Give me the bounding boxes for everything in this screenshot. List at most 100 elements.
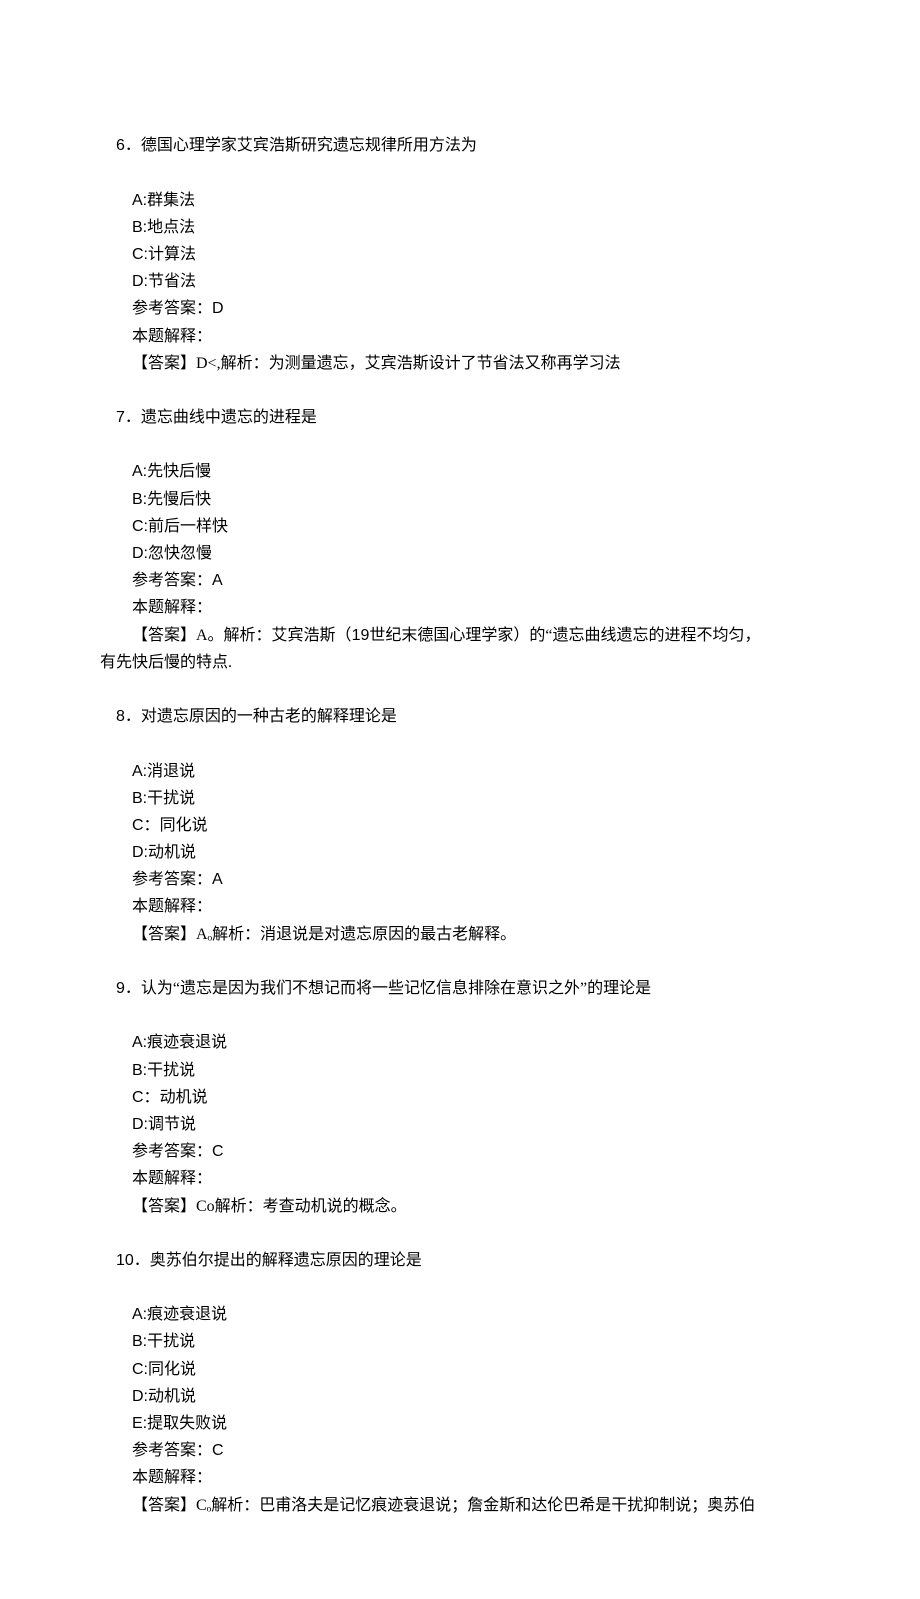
answer-label: 参考答案： <box>132 300 212 317</box>
question-number: 6 <box>116 137 125 154</box>
answer-value: A <box>212 572 223 589</box>
option: B:干扰说 <box>100 1328 820 1355</box>
option-label: B: <box>132 219 147 236</box>
answer-line: 参考答案：A <box>100 567 820 594</box>
answer-label: 参考答案： <box>132 1143 212 1160</box>
option-text: 干扰说 <box>147 1333 195 1350</box>
option-text: 痕迹衰退说 <box>147 1034 227 1051</box>
explain-label: 本题解释： <box>100 1165 820 1192</box>
option-text: 消退说 <box>147 763 195 780</box>
option-text: 计算法 <box>148 246 196 263</box>
option-text: 地点法 <box>147 219 195 236</box>
option: C:前后一样快 <box>100 513 820 540</box>
question-text: ．奥苏伯尔提出的解释遗忘原因的理论是 <box>134 1252 422 1269</box>
option-text: 忽快忽慢 <box>148 545 212 562</box>
option-text: 动机说 <box>148 1388 196 1405</box>
option: E:提取失败说 <box>100 1410 820 1437</box>
option: D:忽快忽慢 <box>100 540 820 567</box>
option: C:计算法 <box>100 241 820 268</box>
question-stem: 6．德国心理学家艾宾浩斯研究遗忘规律所用方法为 <box>100 105 820 187</box>
option-text: 同化说 <box>160 817 208 834</box>
option: D:动机说 <box>100 839 820 866</box>
document-page: 6．德国心理学家艾宾浩斯研究遗忘规律所用方法为 A:群集法 B:地点法 C:计算… <box>0 0 920 1599</box>
option-text: 痕迹衰退说 <box>147 1306 227 1323</box>
option: A:先快后慢 <box>100 458 820 485</box>
option-label: A: <box>132 463 147 480</box>
question-number: 8 <box>116 708 125 725</box>
option-text: 群集法 <box>147 192 195 209</box>
option: A:群集法 <box>100 187 820 214</box>
option-label: D: <box>132 844 148 861</box>
option: B:先慢后快 <box>100 486 820 513</box>
option: B:干扰说 <box>100 1057 820 1084</box>
explain-label: 本题解释： <box>100 1464 820 1491</box>
option: B:地点法 <box>100 214 820 241</box>
option-label: C： <box>132 817 160 834</box>
answer-value: D <box>212 300 224 317</box>
option: A:痕迹衰退说 <box>100 1029 820 1056</box>
answer-value: C <box>212 1143 224 1160</box>
explain-label: 本题解释： <box>100 893 820 920</box>
explain-label: 本题解释： <box>100 323 820 350</box>
option-text: 动机说 <box>160 1089 208 1106</box>
option-label: A: <box>132 1306 147 1323</box>
explain-text: 【答案】Aₒ解析：消退说是对遗忘原因的最古老解释。 <box>100 921 820 948</box>
question-text: ．认为“遗忘是因为我们不想记而将一些记忆信息排除在意识之外”的理论是 <box>125 980 651 997</box>
question-text: ．遗忘曲线中遗忘的进程是 <box>125 409 317 426</box>
option-label: A: <box>132 1034 147 1051</box>
answer-line: 参考答案：A <box>100 866 820 893</box>
option: D:调节说 <box>100 1111 820 1138</box>
option-label: C: <box>132 518 148 535</box>
option: D:节省法 <box>100 268 820 295</box>
answer-label: 参考答案： <box>132 572 212 589</box>
option-text: 同化说 <box>148 1361 196 1378</box>
option: C:同化说 <box>100 1356 820 1383</box>
option-text: 前后一样快 <box>148 518 228 535</box>
option-label: A: <box>132 763 147 780</box>
option: D:动机说 <box>100 1383 820 1410</box>
explain-text: 【答案】Cₒ解析：巴甫洛夫是记忆痕迹衰退说；詹金斯和达伦巴希是干扰抑制说；奥苏伯 <box>100 1492 820 1519</box>
option-label: C: <box>132 246 148 263</box>
option-label: C： <box>132 1089 160 1106</box>
answer-label: 参考答案： <box>132 871 212 888</box>
option-label: D: <box>132 1116 148 1133</box>
option: C：同化说 <box>100 812 820 839</box>
option-text: 先快后慢 <box>147 463 211 480</box>
option: A:痕迹衰退说 <box>100 1301 820 1328</box>
question-text: ．德国心理学家艾宾浩斯研究遗忘规律所用方法为 <box>125 137 477 154</box>
option-label: D: <box>132 1388 148 1405</box>
question-stem: 8．对遗忘原因的一种古老的解释理论是 <box>100 676 820 758</box>
option-label: D: <box>132 273 148 290</box>
question-stem: 7．遗忘曲线中遗忘的进程是 <box>100 377 820 459</box>
answer-line: 参考答案：D <box>100 295 820 322</box>
option-label: D: <box>132 545 148 562</box>
explain-text-line2: 有先快后慢的特点. <box>100 649 820 676</box>
option-label: E: <box>132 1415 147 1432</box>
option-text: 动机说 <box>148 844 196 861</box>
option-text: 干扰说 <box>147 1062 195 1079</box>
explain-text: 【答案】D<,解析：为测量遗忘，艾宾浩斯设计了节省法又称再学习法 <box>100 350 820 377</box>
explain-text-line1: 【答案】A。解析：艾宾浩斯（19世纪末德国心理学家）的“遗忘曲线遗忘的进程不均匀… <box>100 622 820 649</box>
option: A:消退说 <box>100 758 820 785</box>
explain-text: 【答案】Co解析：考查动机说的概念。 <box>100 1193 820 1220</box>
option: B:干扰说 <box>100 785 820 812</box>
option-text: 节省法 <box>148 273 196 290</box>
question-text: ．对遗忘原因的一种古老的解释理论是 <box>125 708 397 725</box>
question-stem: 10．奥苏伯尔提出的解释遗忘原因的理论是 <box>100 1220 820 1302</box>
answer-label: 参考答案： <box>132 1442 212 1459</box>
answer-value: A <box>212 871 223 888</box>
option-label: C: <box>132 1361 148 1378</box>
answer-value: C <box>212 1442 224 1459</box>
option-label: B: <box>132 1062 147 1079</box>
question-number: 10 <box>116 1252 134 1269</box>
option-text: 先慢后快 <box>147 491 211 508</box>
option-label: B: <box>132 790 147 807</box>
option-label: B: <box>132 1333 147 1350</box>
option-label: A: <box>132 192 147 209</box>
option: C：动机说 <box>100 1084 820 1111</box>
answer-line: 参考答案：C <box>100 1138 820 1165</box>
option-label: B: <box>132 491 147 508</box>
option-text: 调节说 <box>148 1116 196 1133</box>
question-stem: 9．认为“遗忘是因为我们不想记而将一些记忆信息排除在意识之外”的理论是 <box>100 948 820 1030</box>
question-number: 9 <box>116 980 125 997</box>
